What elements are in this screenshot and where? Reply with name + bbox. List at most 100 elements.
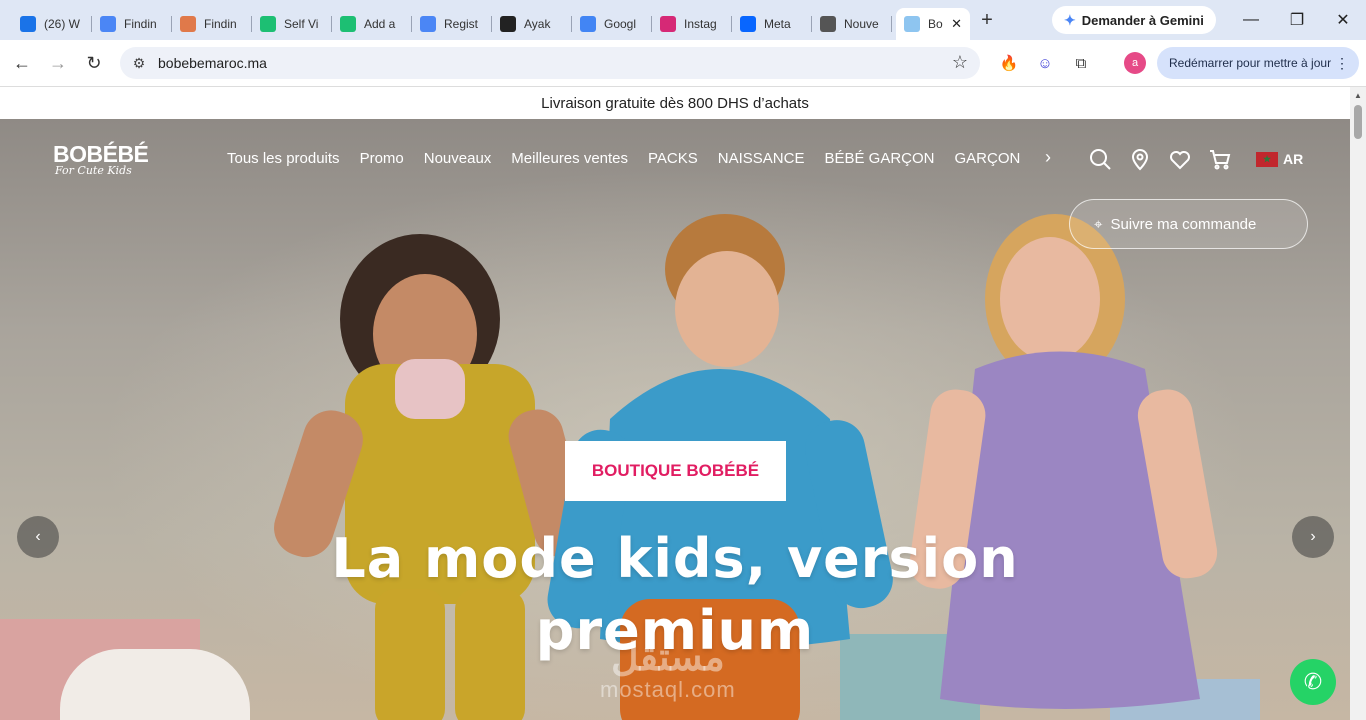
site-logo[interactable]: BOBÉBÉ For Cute Kids bbox=[53, 141, 149, 177]
language-switcher[interactable]: ★ AR bbox=[1256, 151, 1303, 167]
restart-update-button[interactable]: Redémarrer pour mettre à jour ⋮ bbox=[1157, 47, 1359, 79]
tab-9[interactable]: Meta bbox=[732, 8, 812, 40]
browser-toolbar: ← → ↻ ⚙ bobebemaroc.ma ☆ 🔥 ☺ ⧉ a Redémar… bbox=[0, 40, 1366, 87]
tab-0[interactable]: (26) W bbox=[12, 8, 92, 40]
address-bar[interactable]: ⚙ bobebemaroc.ma ☆ bbox=[120, 47, 980, 79]
gemini-icon: ✦ bbox=[1064, 11, 1076, 28]
tab-label: Self Vi bbox=[284, 17, 319, 31]
more-menu-icon[interactable]: ⋮ bbox=[1335, 55, 1349, 72]
wishlist-heart-icon[interactable] bbox=[1168, 147, 1192, 171]
shop-cta-label: BOUTIQUE BOBÉBÉ bbox=[591, 461, 760, 480]
announcement-text: Livraison gratuite dès 800 DHS d’achats bbox=[541, 94, 809, 112]
shop-cta-button[interactable]: BOUTIQUE BOBÉBÉ bbox=[565, 441, 786, 501]
mail-icon bbox=[20, 16, 36, 32]
scrollbar-thumb[interactable] bbox=[1354, 105, 1362, 139]
bookmark-star-icon[interactable]: ☆ bbox=[952, 52, 968, 73]
watermark-latin: mostaql.com bbox=[600, 677, 736, 702]
main-menu: Tous les produits Promo Nouveaux Meilleures… bbox=[227, 150, 1040, 167]
extensions-puzzle-icon[interactable]: ⧉ bbox=[1070, 52, 1092, 74]
tab-separator bbox=[891, 16, 892, 32]
browser-tab-strip: (26) W Findin Findin Self Vi Add a Regist Ayak… bbox=[0, 0, 1366, 40]
language-label: AR bbox=[1283, 151, 1304, 167]
scroll-up-icon[interactable]: ▲ bbox=[1354, 91, 1362, 100]
menu-item-6[interactable]: BÉBÉ GARÇON bbox=[824, 150, 934, 167]
instagram-icon bbox=[660, 16, 676, 32]
tab-5[interactable]: Regist bbox=[412, 8, 492, 40]
new-tab-button[interactable]: + bbox=[970, 6, 1004, 34]
tab-1[interactable]: Findin bbox=[92, 8, 172, 40]
tab-3[interactable]: Self Vi bbox=[252, 8, 332, 40]
menu-item-5[interactable]: NAISSANCE bbox=[718, 150, 805, 167]
tab-list: (26) W Findin Findin Self Vi Add a Regist Ayak… bbox=[12, 0, 892, 40]
translate-icon bbox=[580, 16, 596, 32]
menu-item-7[interactable]: GARÇON bbox=[955, 150, 1021, 167]
bobebe-icon bbox=[904, 16, 920, 32]
fiverr-icon bbox=[260, 16, 276, 32]
ask-gemini-label: Demander à Gemini bbox=[1081, 12, 1204, 28]
ayak-icon bbox=[500, 16, 516, 32]
close-window-button[interactable]: ✕ bbox=[1320, 0, 1366, 40]
announcement-bar: Livraison gratuite dès 800 DHS d’achats bbox=[0, 87, 1350, 119]
forward-button[interactable]: → bbox=[42, 48, 74, 78]
morocco-flag-icon: ★ bbox=[1256, 151, 1278, 167]
restart-update-label: Redémarrer pour mettre à jour bbox=[1169, 56, 1332, 70]
tab-label: Instag bbox=[684, 17, 717, 31]
logo-brand: BOBÉBÉ bbox=[53, 141, 149, 167]
tab-label: (26) W bbox=[44, 17, 80, 31]
menu-item-2[interactable]: Nouveaux bbox=[424, 150, 492, 167]
back-button[interactable]: ← bbox=[6, 48, 38, 78]
tab-label: Ayak bbox=[524, 17, 551, 31]
extension-face-icon[interactable]: ☺ bbox=[1034, 52, 1056, 74]
carousel-next-button[interactable]: › bbox=[1292, 516, 1334, 558]
tab-10[interactable]: Nouve bbox=[812, 8, 892, 40]
menu-item-0[interactable]: Tous les produits bbox=[227, 150, 340, 167]
menu-item-4[interactable]: PACKS bbox=[648, 150, 698, 167]
track-order-pin-icon: ⌖ bbox=[1094, 215, 1103, 233]
whatsapp-icon: ✆ bbox=[1303, 669, 1323, 694]
tab-2[interactable]: Findin bbox=[172, 8, 252, 40]
tab-label: Regist bbox=[444, 17, 479, 31]
menu-item-3[interactable]: Meilleures ventes bbox=[511, 150, 628, 167]
chrome-icon bbox=[820, 16, 836, 32]
tab-6[interactable]: Ayak bbox=[492, 8, 572, 40]
watermark-arabic: مستقل bbox=[610, 637, 725, 679]
restore-button[interactable]: ❐ bbox=[1274, 0, 1320, 40]
tab-label: Googl bbox=[604, 17, 637, 31]
tab-label: Findin bbox=[124, 17, 157, 31]
tab-label: Add a bbox=[364, 17, 396, 31]
tab-4[interactable]: Add a bbox=[332, 8, 412, 40]
gemini-icon bbox=[100, 16, 116, 32]
tab-label: Findin bbox=[204, 17, 237, 31]
menu-next-arrow-icon[interactable]: › bbox=[1045, 147, 1051, 168]
site-info-icon[interactable]: ⚙ bbox=[120, 55, 158, 72]
tab-7[interactable]: Googl bbox=[572, 8, 652, 40]
track-order-button[interactable]: ⌖ Suivre ma commande bbox=[1069, 199, 1308, 249]
whatsapp-chat-button[interactable]: ✆ bbox=[1290, 659, 1336, 705]
close-icon[interactable]: ✕ bbox=[951, 16, 962, 32]
claude-icon bbox=[180, 16, 196, 32]
fiverr-icon bbox=[340, 16, 356, 32]
reload-button[interactable]: ↻ bbox=[78, 48, 110, 78]
menu-item-1[interactable]: Promo bbox=[360, 150, 404, 167]
mostaql-watermark: مستقل mostaql.com bbox=[600, 639, 736, 703]
hero-banner: BOBÉBÉ For Cute Kids Tous les produits Pr… bbox=[0, 119, 1350, 720]
store-location-icon[interactable] bbox=[1128, 147, 1152, 171]
tab-label: Bo bbox=[928, 17, 943, 31]
tab-8[interactable]: Instag bbox=[652, 8, 732, 40]
search-icon[interactable] bbox=[1088, 147, 1112, 171]
profile-avatar[interactable]: a bbox=[1124, 52, 1146, 74]
tab-label: Meta bbox=[764, 17, 791, 31]
cart-icon[interactable] bbox=[1208, 147, 1232, 171]
extension-fire-icon[interactable]: 🔥 bbox=[998, 52, 1020, 74]
track-order-label: Suivre ma commande bbox=[1110, 215, 1257, 233]
page-scrollbar[interactable]: ▲ bbox=[1350, 87, 1366, 720]
hero-headline-line1: La mode kids, version bbox=[331, 527, 1019, 590]
minimize-button[interactable]: — bbox=[1228, 0, 1274, 40]
ask-gemini-button[interactable]: ✦ Demander à Gemini bbox=[1052, 6, 1216, 34]
site-header: BOBÉBÉ For Cute Kids Tous les produits Pr… bbox=[0, 119, 1350, 199]
tab-label: Nouve bbox=[844, 17, 879, 31]
tab-active[interactable]: Bo ✕ bbox=[896, 8, 970, 40]
gemini-icon bbox=[420, 16, 436, 32]
carousel-prev-button[interactable]: ‹ bbox=[17, 516, 59, 558]
meta-icon bbox=[740, 16, 756, 32]
